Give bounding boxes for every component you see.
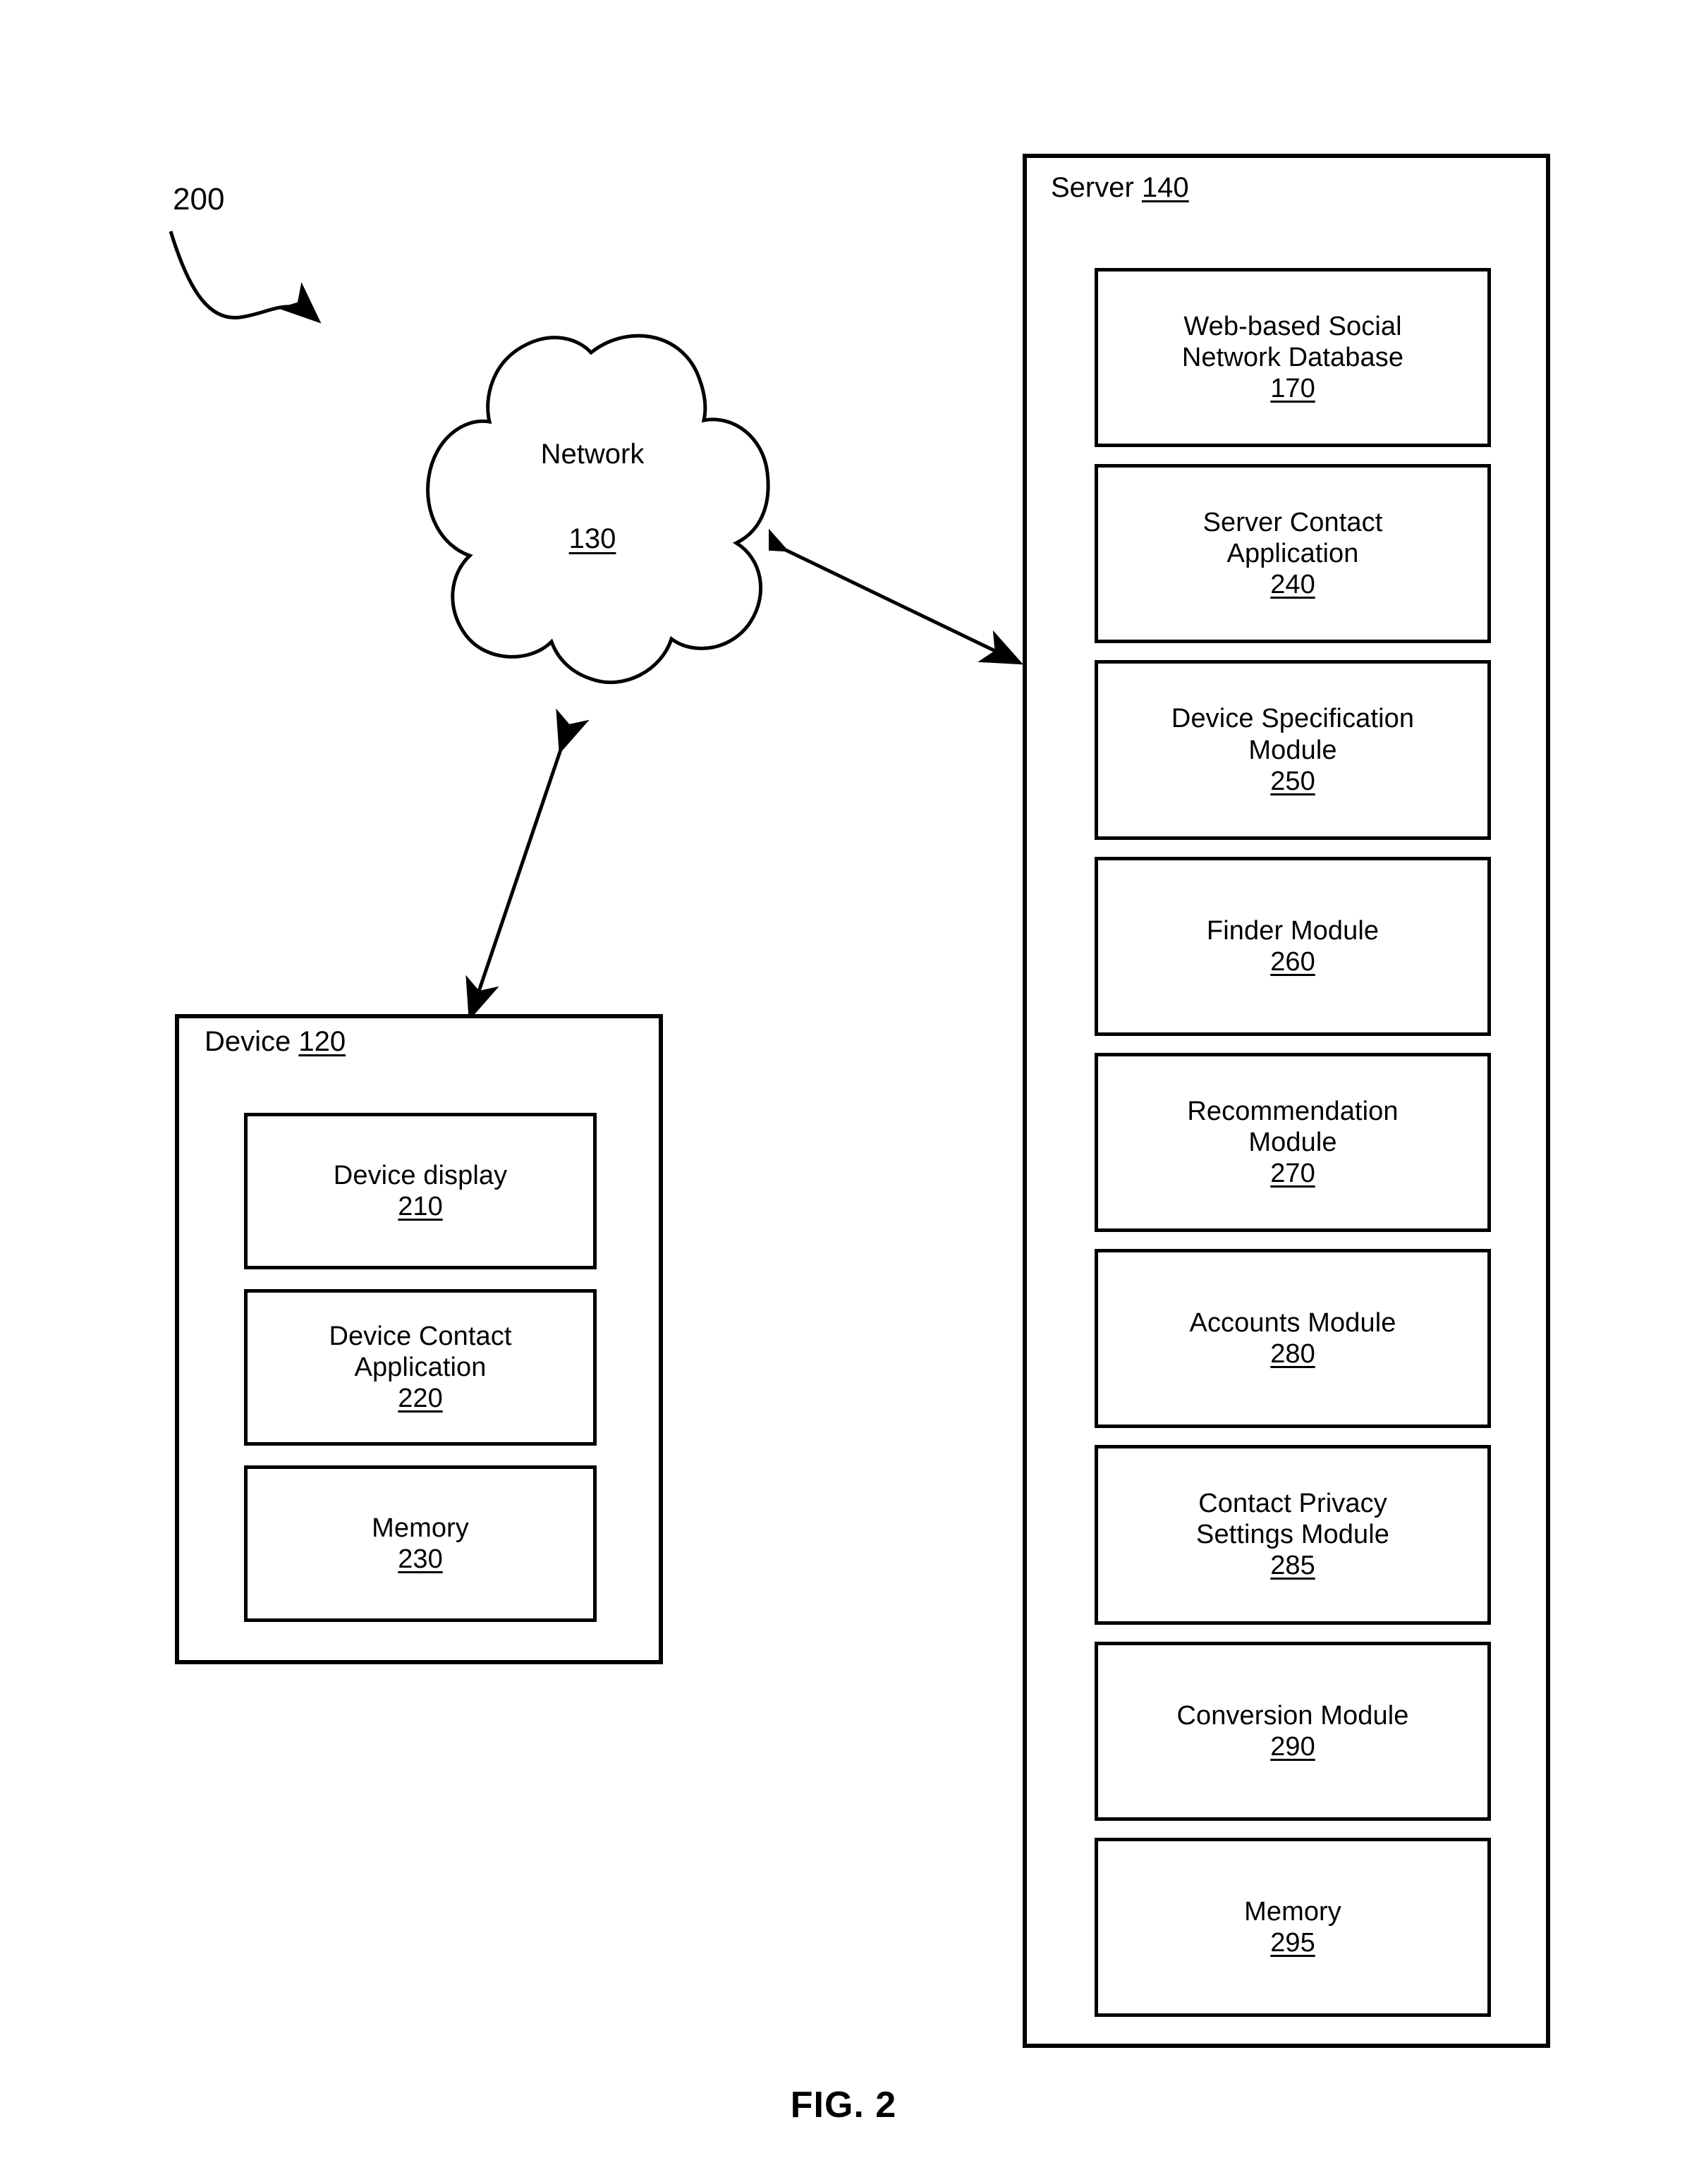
module-ref: 270 (1270, 1159, 1315, 1189)
module-ref: 220 (398, 1384, 443, 1414)
device-module-device-contact-application: Device Contact Application 220 (244, 1289, 597, 1446)
device-title: Device 120 (205, 1026, 346, 1058)
figure-caption: FIG. 2 (790, 2085, 897, 2125)
module-line: Finder Module (1206, 915, 1380, 946)
module-line: Accounts Module (1189, 1308, 1396, 1338)
device-module-device-display: Device display 210 (244, 1113, 597, 1269)
module-line: Conversion Module (1176, 1700, 1409, 1731)
module-ref: 170 (1270, 374, 1315, 404)
module-ref: 290 (1270, 1731, 1315, 1762)
module-line: Contact Privacy (1198, 1489, 1387, 1519)
server-title: Server 140 (1051, 172, 1189, 204)
network-ref-number: 130 (568, 523, 616, 554)
server-module-device-specification-module: Device Specification Module 250 (1095, 660, 1491, 840)
module-line: Module (1248, 1127, 1337, 1157)
server-module-memory: Memory 295 (1095, 1837, 1491, 2017)
module-line: Memory (1244, 1896, 1341, 1927)
module-line: Server Contact (1202, 508, 1383, 538)
server-module-web-based-social-network-database: Web-based Social Network Database 170 (1095, 268, 1491, 448)
module-line: Application (1226, 539, 1359, 569)
cloud-icon (426, 334, 770, 685)
patent-figure-page: 200 Network 130 Device 120 Device displa… (0, 0, 1687, 2184)
module-line: Device display (333, 1160, 508, 1190)
module-line: Network Database (1181, 343, 1404, 373)
module-ref: 250 (1270, 766, 1315, 796)
server-title-ref: 140 (1141, 172, 1189, 203)
module-ref: 285 (1270, 1551, 1315, 1581)
module-line: Application (354, 1352, 487, 1382)
server-title-label: Server (1051, 172, 1134, 203)
module-ref: 280 (1270, 1339, 1315, 1369)
server-module-finder-module: Finder Module 260 (1095, 856, 1491, 1036)
network-ref: 130 (402, 523, 783, 555)
module-line: Recommendation (1187, 1096, 1399, 1126)
module-line: Settings Module (1196, 1520, 1389, 1550)
network-label: Network (540, 439, 645, 470)
module-ref: 230 (398, 1544, 443, 1574)
device-title-ref: 120 (298, 1026, 346, 1057)
module-line: Device Specification (1171, 704, 1415, 734)
module-line: Module (1248, 735, 1337, 765)
network-server-connector (769, 522, 1024, 665)
server-module-conversion-module: Conversion Module 290 (1095, 1641, 1491, 1821)
device-network-connector (465, 708, 590, 1021)
module-ref: 210 (398, 1192, 443, 1221)
module-line: Device Contact (329, 1321, 512, 1351)
module-line: Web-based Social (1183, 311, 1402, 341)
module-ref: 240 (1270, 570, 1315, 600)
device-title-label: Device (205, 1026, 291, 1057)
callout-arrow-icon (169, 231, 322, 324)
server-module-recommendation-module: Recommendation Module 270 (1095, 1052, 1491, 1233)
network-cloud: Network 130 (402, 331, 783, 698)
device-module-memory: Memory 230 (244, 1465, 597, 1622)
server-module-server-contact-application: Server Contact Application 240 (1095, 464, 1491, 644)
module-line: Memory (372, 1513, 469, 1543)
module-ref: 295 (1270, 1927, 1315, 1958)
server-module-accounts-module: Accounts Module 280 (1095, 1249, 1491, 1429)
server-module-contact-privacy-settings-module: Contact Privacy Settings Module 285 (1095, 1445, 1491, 1625)
module-ref: 260 (1270, 946, 1315, 977)
